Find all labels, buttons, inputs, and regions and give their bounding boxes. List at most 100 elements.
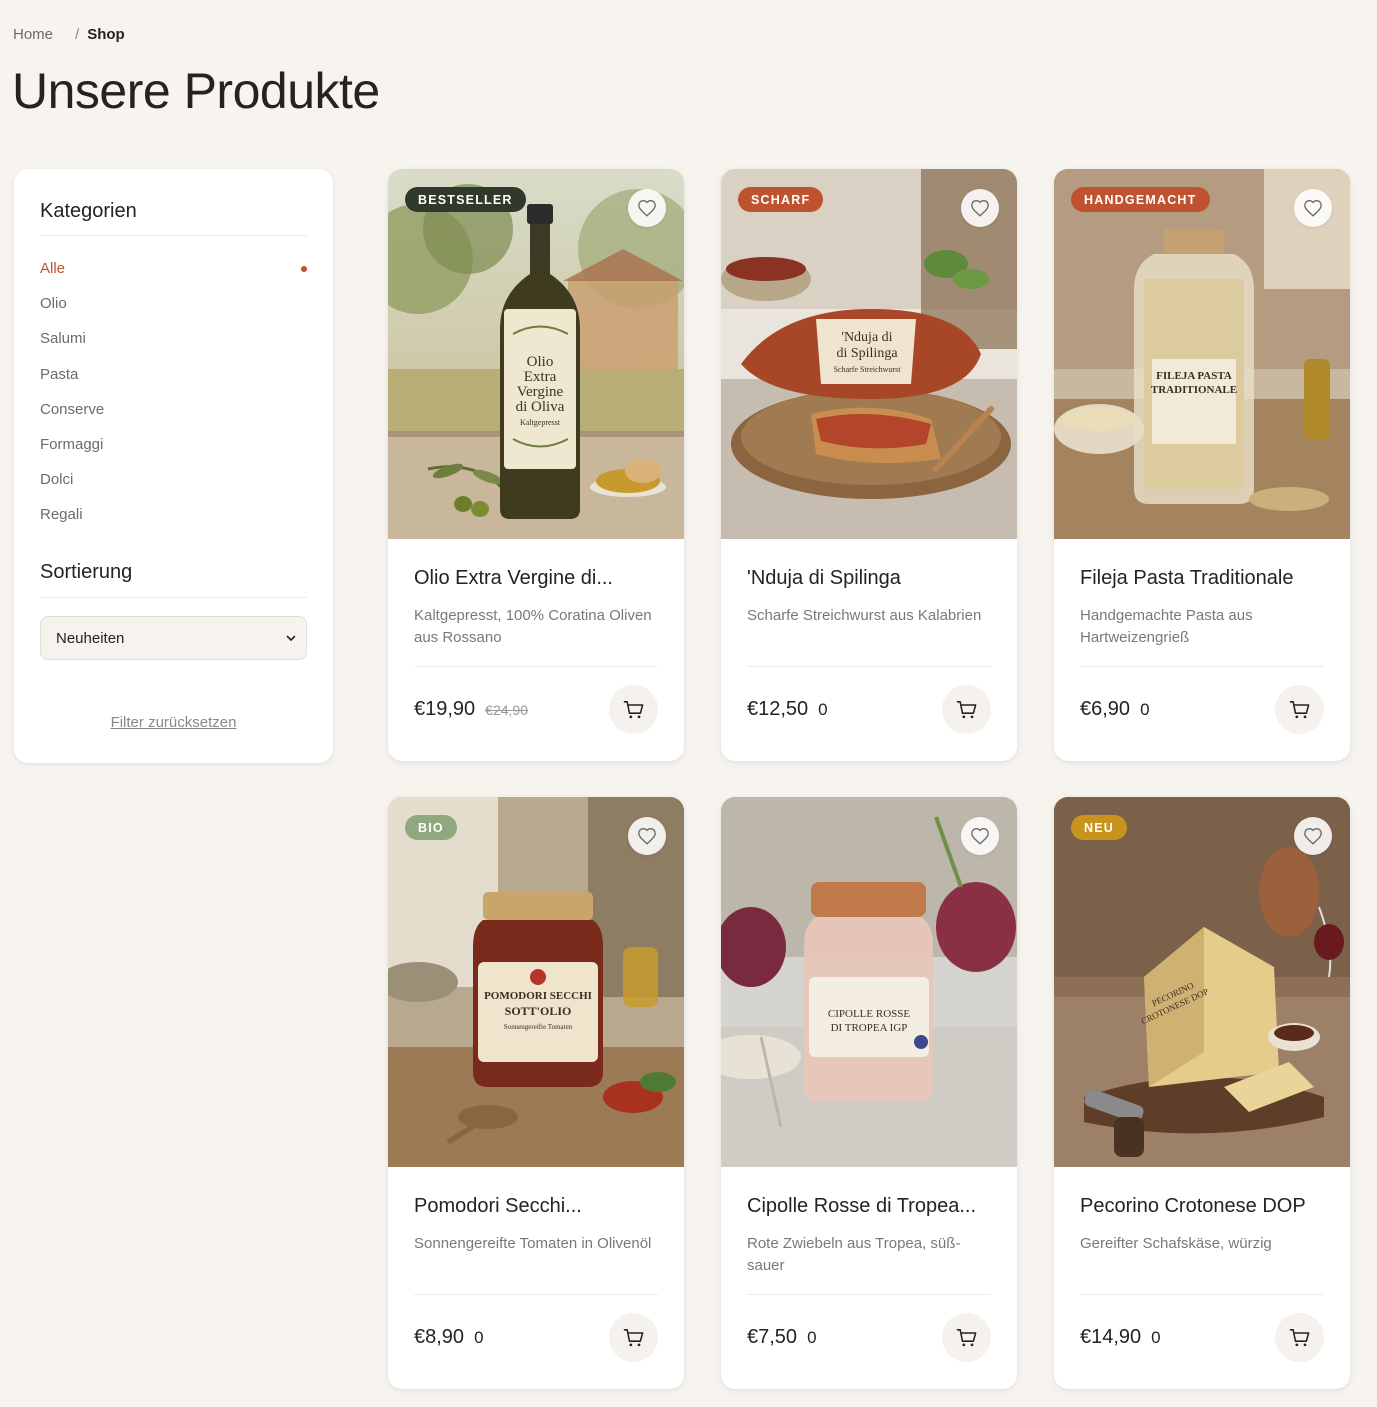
product-card[interactable]: Olio Extra Vergine di Oliva Kaltgepresst… bbox=[388, 169, 684, 761]
divider bbox=[747, 1294, 991, 1295]
divider bbox=[414, 666, 658, 667]
cart-count: 0 bbox=[807, 1328, 817, 1347]
divider bbox=[40, 235, 307, 236]
category-item-alle[interactable]: Alle bbox=[40, 251, 307, 286]
product-description: Gereifter Schafskäse, würzig bbox=[1080, 1235, 1272, 1252]
favorite-button[interactable] bbox=[961, 189, 999, 227]
product-name[interactable]: 'Nduja di Spilinga bbox=[747, 567, 997, 590]
chevron-down-icon bbox=[286, 635, 296, 641]
category-label: Dolci bbox=[40, 471, 74, 489]
category-label: Formaggi bbox=[40, 436, 104, 454]
price-row: €19,90 €24,90 bbox=[414, 698, 528, 721]
add-to-cart-button[interactable] bbox=[942, 1313, 991, 1362]
add-to-cart-button[interactable] bbox=[1275, 685, 1324, 734]
product-label-text: POMODORI SECCHI bbox=[484, 990, 592, 1002]
category-item-salumi[interactable]: Salumi bbox=[40, 321, 307, 356]
category-label: Pasta bbox=[40, 365, 79, 383]
heart-icon bbox=[638, 199, 656, 217]
category-item-dolci[interactable]: Dolci bbox=[40, 462, 307, 497]
product-card[interactable]: PECORINO CROTONESE DOP NEU Pecorino Crot… bbox=[1054, 797, 1350, 1389]
sort-select[interactable]: Neuheiten bbox=[40, 616, 307, 660]
breadcrumb-separator: / bbox=[75, 26, 80, 43]
category-item-regali[interactable]: Regali bbox=[40, 497, 307, 532]
favorite-button[interactable] bbox=[628, 817, 666, 855]
product-label-text: Scharfe Streichwurst bbox=[834, 365, 902, 374]
cart-count: 0 bbox=[1140, 700, 1150, 719]
product-price: €6,90 bbox=[1080, 698, 1131, 720]
bottle-label-text: di Oliva bbox=[516, 399, 565, 415]
product-card[interactable]: CIPOLLE ROSSE DI TROPEA IGP Cipolle Ross… bbox=[721, 797, 1017, 1389]
category-label: Olio bbox=[40, 295, 67, 313]
product-description: Rote Zwiebeln aus Tropea, süß-sauer bbox=[747, 1235, 961, 1274]
cart-icon bbox=[1289, 1328, 1309, 1346]
product-label-text: CIPOLLE ROSSE bbox=[828, 1008, 910, 1020]
add-to-cart-button[interactable] bbox=[609, 1313, 658, 1362]
product-badge: NEU bbox=[1071, 815, 1127, 840]
price-row: €7,50 0 bbox=[747, 1326, 817, 1349]
category-label: Regali bbox=[40, 506, 83, 524]
category-item-pasta[interactable]: Pasta bbox=[40, 357, 307, 392]
product-badge: SCHARF bbox=[738, 187, 824, 212]
product-card[interactable]: 'Nduja di di Spilinga Scharfe Streichwur… bbox=[721, 169, 1017, 761]
heart-icon bbox=[971, 199, 989, 217]
category-item-olio[interactable]: Olio bbox=[40, 286, 307, 321]
heart-icon bbox=[971, 827, 989, 845]
product-name[interactable]: Cipolle Rosse di Tropea... bbox=[747, 1195, 997, 1218]
product-price: €7,50 bbox=[747, 1326, 798, 1348]
product-description: Handgemachte Pasta aus Hartweizengrieß bbox=[1080, 607, 1253, 646]
cart-count: 0 bbox=[1151, 1328, 1161, 1347]
add-to-cart-button[interactable] bbox=[1275, 1313, 1324, 1362]
reset-filters-link[interactable]: Filter zurücksetzen bbox=[14, 714, 333, 731]
add-to-cart-button[interactable] bbox=[942, 685, 991, 734]
heart-icon bbox=[1304, 199, 1322, 217]
bottle-label-text: Vergine bbox=[517, 384, 564, 400]
category-label: Conserve bbox=[40, 400, 105, 418]
product-badge: HANDGEMACHT bbox=[1071, 187, 1210, 212]
product-label-text: FILEJA PASTA bbox=[1156, 370, 1232, 382]
product-old-price: €24,90 bbox=[485, 702, 528, 718]
add-to-cart-button[interactable] bbox=[609, 685, 658, 734]
price-row: €6,90 0 bbox=[1080, 698, 1150, 721]
category-label: Alle bbox=[40, 260, 66, 278]
category-list: Alle Olio Salumi Pasta Conserve Formaggi… bbox=[40, 251, 307, 533]
breadcrumb-home[interactable]: Home bbox=[13, 26, 53, 43]
favorite-button[interactable] bbox=[1294, 189, 1332, 227]
category-item-formaggi[interactable]: Formaggi bbox=[40, 427, 307, 462]
product-description: Kaltgepresst, 100% Coratina Oliven aus R… bbox=[414, 607, 652, 646]
page-title: Unsere Produkte bbox=[12, 63, 380, 119]
divider bbox=[1080, 1294, 1324, 1295]
heart-icon bbox=[638, 827, 656, 845]
category-item-conserve[interactable]: Conserve bbox=[40, 392, 307, 427]
divider bbox=[40, 597, 307, 598]
product-card[interactable]: POMODORI SECCHI SOTT'OLIO Sonnengereifte… bbox=[388, 797, 684, 1389]
bottle-label-text: Extra bbox=[524, 369, 557, 385]
product-label-text: DI TROPEA IGP bbox=[831, 1022, 908, 1034]
favorite-button[interactable] bbox=[961, 817, 999, 855]
price-row: €12,50 0 bbox=[747, 698, 828, 721]
favorite-button[interactable] bbox=[1294, 817, 1332, 855]
product-card[interactable]: FILEJA PASTA TRADITIONALE HANDGEMACHT Fi… bbox=[1054, 169, 1350, 761]
sort-title: Sortierung bbox=[40, 561, 133, 583]
category-label: Salumi bbox=[40, 330, 86, 348]
divider bbox=[747, 666, 991, 667]
product-price: €12,50 bbox=[747, 698, 809, 720]
product-description: Scharfe Streichwurst aus Kalabrien bbox=[747, 607, 982, 624]
product-label-text: TRADITIONALE bbox=[1151, 384, 1237, 396]
active-dot-icon bbox=[301, 265, 307, 272]
divider bbox=[1080, 666, 1324, 667]
filter-sidebar: Kategorien Alle Olio Salumi Pasta Conser… bbox=[14, 169, 333, 763]
product-name[interactable]: Pomodori Secchi... bbox=[414, 1195, 664, 1218]
product-badge: BESTSELLER bbox=[405, 187, 526, 212]
product-name[interactable]: Fileja Pasta Traditionale bbox=[1080, 567, 1330, 590]
product-label-text: di Spilinga bbox=[836, 346, 898, 361]
divider bbox=[414, 1294, 658, 1295]
favorite-button[interactable] bbox=[628, 189, 666, 227]
categories-title: Kategorien bbox=[40, 200, 137, 222]
cart-icon bbox=[623, 700, 643, 718]
heart-icon bbox=[1304, 827, 1322, 845]
cart-icon bbox=[956, 1328, 976, 1346]
cart-icon bbox=[1289, 700, 1309, 718]
product-name[interactable]: Pecorino Crotonese DOP bbox=[1080, 1195, 1330, 1218]
bottle-label-text: Kaltgepresst bbox=[520, 418, 561, 427]
product-name[interactable]: Olio Extra Vergine di... bbox=[414, 567, 664, 590]
